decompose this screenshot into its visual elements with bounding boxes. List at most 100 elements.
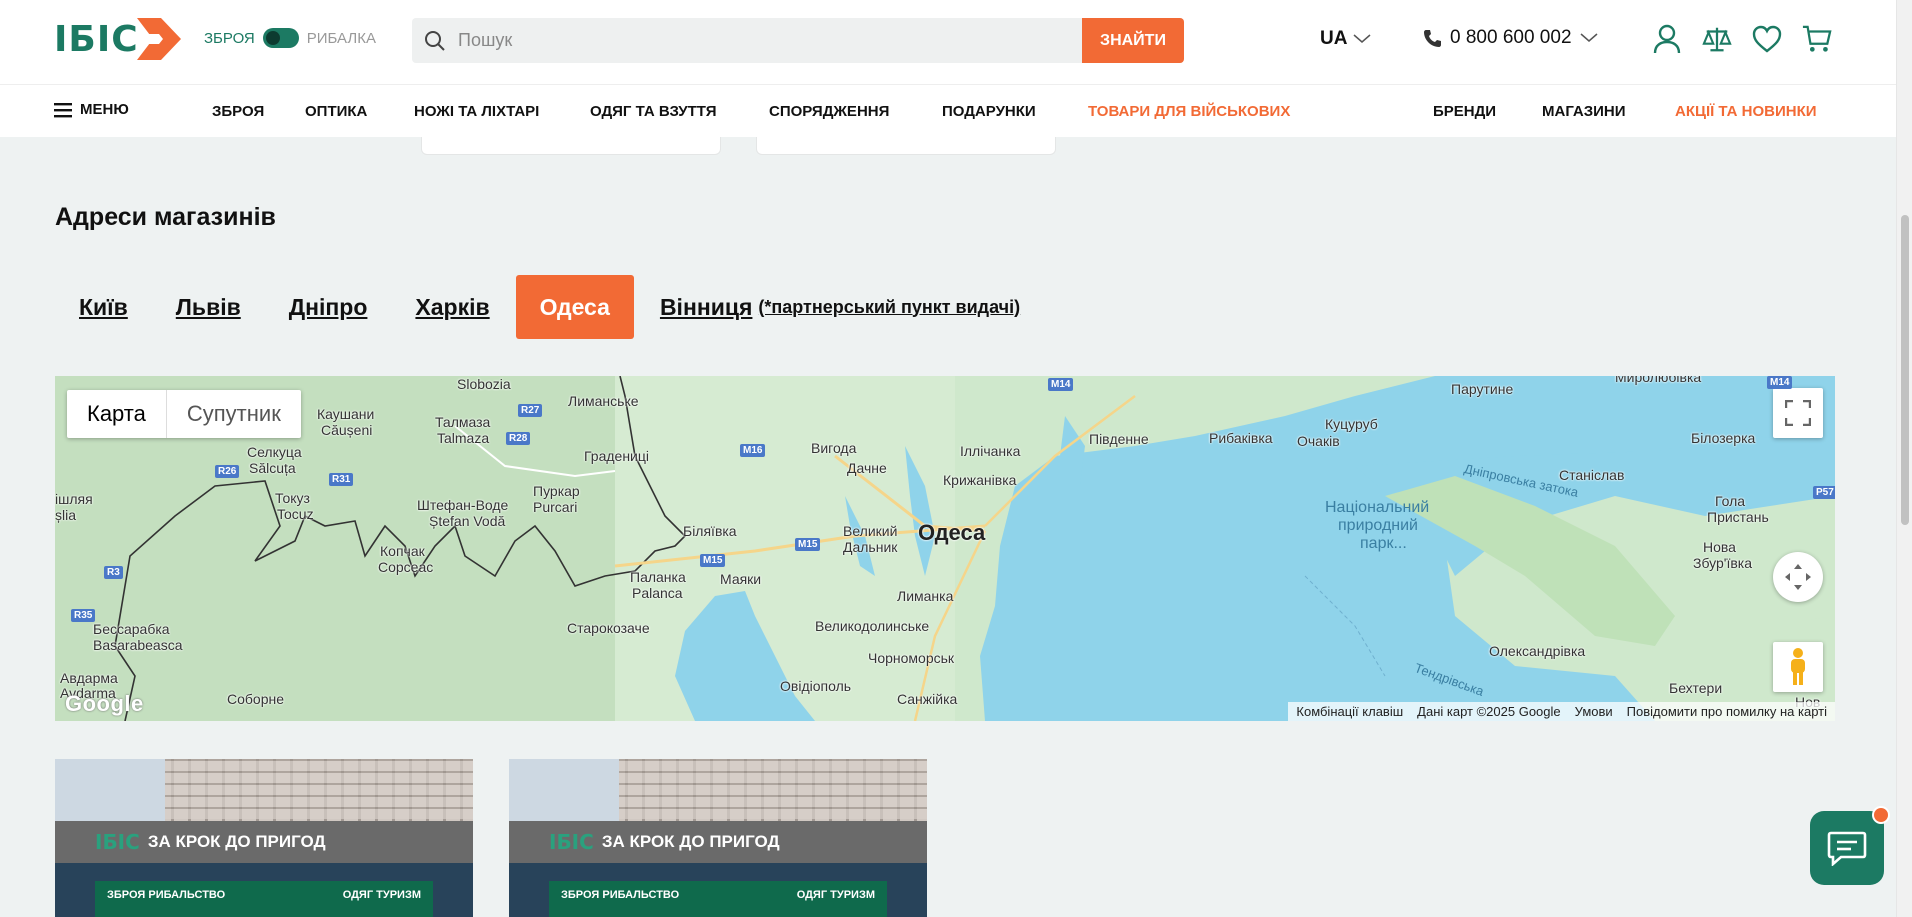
store-front-right: ОДЯГ ТУРИЗМ [796,889,875,901]
map-label: Старокозаче [567,620,650,636]
scrollbar-thumb[interactable] [1901,215,1909,525]
store-photo[interactable]: ІБІС ЗА КРОК ДО ПРИГОД ЗБРОЯ РИБАЛЬСТВО … [55,759,473,917]
map-label: Миролюбівка [1615,376,1702,385]
map-label: Копчак [380,543,425,559]
map-label: Куцуруб [1325,416,1378,432]
store-card-remnant [421,137,721,155]
store-front-right: ОДЯГ ТУРИЗМ [342,889,421,901]
heart-icon[interactable] [1752,22,1782,56]
map-label: Tocuz [277,506,314,522]
map-type-map[interactable]: Карта [67,390,167,438]
store-banner-logo: ІБІС [95,830,140,854]
nav-item-knives[interactable]: НОЖІ ТА ЛІХТАРІ [414,103,539,120]
map-label: Очаків [1297,433,1340,449]
google-logo: Google [65,691,144,716]
map-label: Basarabeasca [93,637,183,653]
menu-button[interactable]: МЕНЮ [54,101,129,118]
map-label: Крижанівка [943,472,1017,488]
map-label: Palanca [632,585,683,601]
map-label: Пуркар [533,483,580,499]
map-label: Дальник [843,539,898,555]
tab-lviv[interactable]: Львів [152,275,265,339]
chat-button[interactable] [1810,811,1884,885]
toggle-right-label: РИБАЛКА [306,29,376,47]
nav-item-weapons[interactable]: ЗБРОЯ [212,103,264,120]
map-label: Овідіополь [780,678,852,694]
map-label: Чорноморськ [868,650,955,666]
partner-note: (*партнерський пункт видачі) [758,296,1021,317]
map-label: Білозерка [1691,430,1756,446]
tab-kyiv[interactable]: Київ [55,275,152,339]
tab-vinnytsia[interactable]: Вінниця (*партнерський пункт видачі) [636,275,1044,339]
tab-dnipro[interactable]: Дніпро [265,275,392,339]
category-toggle[interactable]: ЗБРОЯ РИБАЛКА [204,28,376,48]
google-map[interactable]: Карта Супутник Одеса Slobozia Каушани Că… [55,376,1835,721]
road-shield: M14 [1767,376,1793,389]
map-label: Санжійка [897,691,958,707]
map-label: ішляя [55,491,93,507]
header-icons [1652,22,1832,56]
map-label: șlia [55,507,77,523]
keyboard-shortcuts-link[interactable]: Комбінації клавіш [1296,704,1403,719]
store-photo[interactable]: ІБІС ЗА КРОК ДО ПРИГОД ЗБРОЯ РИБАЛЬСТВО … [509,759,927,917]
road-shield: R27 [518,404,543,417]
hamburger-icon [54,102,72,117]
map-type-control: Карта Супутник [67,390,301,438]
road-shield: R35 [71,609,96,622]
tab-kharkiv[interactable]: Харків [391,275,513,339]
logo-arrow-icon [136,18,181,60]
map-label: Рибаківка [1209,430,1273,446]
map-label: Talmaza [437,430,490,446]
nav-item-promos[interactable]: АКЦІЇ ТА НОВИНКИ [1675,103,1817,120]
language-label: UA [1320,28,1348,49]
nav-item-equipment[interactable]: СПОРЯДЖЕННЯ [769,103,889,120]
site-header: ІБІС ЗБРОЯ РИБАЛКА ЗНАЙТИ UA 0 800 600 0… [0,0,1896,84]
tab-odesa[interactable]: Одеса [515,275,634,339]
section-title: Адреси магазинів [55,203,276,231]
map-label: Бехтери [1669,680,1723,696]
user-icon[interactable] [1652,22,1682,56]
map-label: Дачне [847,460,887,476]
menu-label: МЕНЮ [80,101,129,118]
search-input[interactable] [458,18,1082,63]
language-selector[interactable]: UA [1320,28,1371,50]
search-button[interactable]: ЗНАЙТИ [1082,18,1184,63]
nav-item-military[interactable]: ТОВАРИ ДЛЯ ВІЙСЬКОВИХ [1088,103,1290,120]
map-label: Токуз [275,490,310,506]
map-label: Нова [1703,539,1736,555]
nav-item-gifts[interactable]: ПОДАРУНКИ [942,103,1036,120]
page-scrollbar[interactable] [1896,0,1912,917]
camera-control[interactable] [1773,552,1823,602]
street-view-button[interactable] [1773,642,1823,692]
map-type-satellite[interactable]: Супутник [167,390,301,438]
phone-number: 0 800 600 002 [1450,27,1572,48]
map-label: Іллічанка [960,443,1021,459]
nav-item-clothing[interactable]: ОДЯГ ТА ВЗУТТЯ [590,103,717,120]
nav-item-stores[interactable]: МАГАЗИНИ [1542,103,1626,120]
road-shield: P57 [1813,486,1835,499]
cart-icon[interactable] [1802,22,1832,56]
map-label: Штефан-Воде [417,497,509,513]
terms-link[interactable]: Умови [1575,704,1613,719]
phone-selector[interactable]: 0 800 600 002 [1422,27,1598,49]
store-front-sign: ЗБРОЯ РИБАЛЬСТВО ОДЯГ ТУРИЗМ [95,881,433,917]
nav-item-optics[interactable]: ОПТИКА [305,103,367,120]
chat-icon [1827,831,1867,866]
fullscreen-button[interactable] [1773,388,1823,438]
map-label: Талмаза [435,414,491,430]
road-shield: R31 [329,473,354,486]
map-label: Великодолинське [815,618,930,634]
road-shield: R26 [215,465,240,478]
toggle-switch[interactable] [262,28,299,48]
compare-icon[interactable] [1702,22,1732,56]
store-card-remnant [756,137,1056,155]
map-label: Sălcuța [249,460,296,476]
map-label: Парутине [1451,381,1514,397]
store-banner-logo: ІБІС [549,830,594,854]
nav-item-brands[interactable]: БРЕНДИ [1433,103,1496,120]
site-logo[interactable]: ІБІС [54,16,186,62]
road-shield: M15 [700,554,726,567]
report-error-link[interactable]: Повідомити про помилку на карті [1627,704,1827,719]
map-footer: Комбінації клавіш Дані карт ©2025 Google… [1288,702,1835,721]
map-label: Вигода [811,440,857,456]
